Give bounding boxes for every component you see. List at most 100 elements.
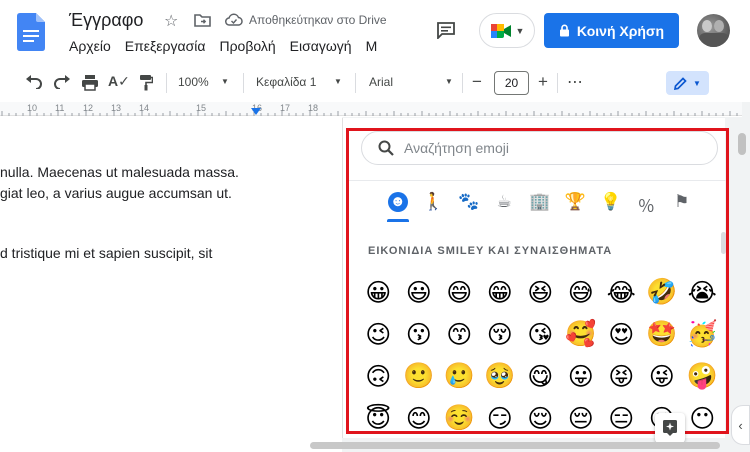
font-size-input[interactable]: 20 <box>494 71 529 95</box>
emoji-item[interactable]: 🥹 <box>480 359 521 393</box>
explore-button[interactable] <box>655 413 685 443</box>
emoji-item[interactable]: ☺️ <box>439 401 480 435</box>
emoji-item[interactable]: 😁 <box>480 275 521 309</box>
doc-text-line[interactable]: nulla. Maecenas ut malesuada massa. <box>0 164 239 180</box>
category-tab-smileys[interactable]: ☻ <box>380 192 416 222</box>
style-dropdown-icon[interactable]: ▼ <box>334 77 342 86</box>
emoji-item[interactable]: 🙂 <box>399 359 440 393</box>
emoji-item[interactable]: 🙃 <box>358 359 399 393</box>
food-icon: ☕ <box>496 192 512 211</box>
doc-text-line[interactable]: giat leo, a varius augue accumsan ut. <box>0 185 232 201</box>
doc-text-line[interactable]: d tristique mi et sapien suscipit, sit <box>0 245 212 261</box>
emoji-search-input[interactable] <box>404 140 684 156</box>
emoji-item[interactable]: 😅 <box>561 275 602 309</box>
vertical-scrollbar-thumb[interactable] <box>738 133 746 155</box>
ruler-label: 18 <box>308 103 319 113</box>
emoji-item[interactable]: 🤪 <box>682 359 723 393</box>
more-options-icon[interactable]: ⋯ <box>567 72 583 92</box>
category-tab-people[interactable]: 🚶 <box>416 192 452 222</box>
share-button[interactable]: Κοινή Χρήση <box>544 13 679 48</box>
emoji-item[interactable]: 😘 <box>520 317 561 351</box>
menu-view[interactable]: Προβολή <box>219 38 275 54</box>
font-dropdown-icon[interactable]: ▼ <box>445 77 453 86</box>
picker-divider <box>349 180 727 181</box>
star-icon[interactable]: ☆ <box>164 11 178 31</box>
paint-format-icon[interactable] <box>139 74 153 91</box>
toolbar-separator <box>243 73 244 93</box>
emoji-item[interactable]: 😇 <box>358 401 399 435</box>
move-folder-icon[interactable] <box>194 13 211 27</box>
paragraph-style-select[interactable]: Κεφαλίδα 1 <box>256 75 316 89</box>
lock-icon <box>559 24 569 37</box>
emoji-item[interactable]: 😗 <box>399 317 440 351</box>
category-tab-food[interactable]: ☕ <box>487 192 523 222</box>
zoom-dropdown-icon[interactable]: ▼ <box>221 77 229 86</box>
print-icon[interactable] <box>81 74 99 91</box>
emoji-item[interactable]: 😏 <box>480 401 521 435</box>
emoji-item[interactable]: 🤣 <box>642 275 683 309</box>
emoji-item[interactable]: 😶 <box>682 401 723 435</box>
emoji-item[interactable]: 🥰 <box>561 317 602 351</box>
menu-insert[interactable]: Εισαγωγή <box>290 38 352 54</box>
emoji-item[interactable]: 😍 <box>601 317 642 351</box>
increase-font-size-button[interactable]: + <box>538 72 548 92</box>
ruler-label: 11 <box>55 103 65 113</box>
category-tab-symbols[interactable]: ％ <box>629 192 665 222</box>
emoji-item[interactable]: 😄 <box>439 275 480 309</box>
undo-icon[interactable] <box>25 75 43 89</box>
emoji-item[interactable]: 😭 <box>682 275 723 309</box>
emoji-item[interactable]: 😂 <box>601 275 642 309</box>
emoji-item[interactable]: 😛 <box>561 359 602 393</box>
menu-format-truncated[interactable]: Μ <box>366 38 378 54</box>
emoji-item[interactable]: 😊 <box>399 401 440 435</box>
category-tab-objects[interactable]: 💡 <box>593 192 629 222</box>
ruler-label: 14 <box>139 103 150 113</box>
emoji-item[interactable]: 😀 <box>358 275 399 309</box>
emoji-item[interactable]: 🥲 <box>439 359 480 393</box>
document-page[interactable]: nulla. Maecenas ut malesuada massa. giat… <box>0 117 342 452</box>
emoji-item[interactable]: 😉 <box>358 317 399 351</box>
comments-icon[interactable] <box>436 21 456 39</box>
horizontal-ruler[interactable]: 10 11 12 13 14 15 16 17 18 <box>0 102 742 116</box>
cloud-saved-icon[interactable] <box>225 13 243 26</box>
emoji-item[interactable]: 😆 <box>520 275 561 309</box>
ruler-label: 12 <box>83 103 94 113</box>
zoom-select[interactable]: 100% <box>178 75 209 89</box>
category-tab-travel[interactable]: 🏢 <box>522 192 558 222</box>
emoji-item[interactable]: 😃 <box>399 275 440 309</box>
toolbar-separator <box>355 73 356 93</box>
emoji-item[interactable]: 😝 <box>601 359 642 393</box>
emoji-item[interactable]: 😚 <box>480 317 521 351</box>
docs-window: Έγγραφο ☆ Αποθηκεύτηκαν στο Drive Αρχείο… <box>0 0 750 452</box>
menu-file[interactable]: Αρχείο <box>69 38 111 54</box>
redo-icon[interactable] <box>53 75 71 89</box>
decrease-font-size-button[interactable]: − <box>472 72 482 92</box>
emoji-item[interactable]: 🤩 <box>642 317 683 351</box>
emoji-search-box[interactable] <box>361 131 718 165</box>
category-tab-animals[interactable]: 🐾 <box>451 192 487 222</box>
emoji-item[interactable]: 😋 <box>520 359 561 393</box>
font-select[interactable]: Arial <box>369 75 393 89</box>
meet-button[interactable]: ▼ <box>479 13 535 48</box>
category-tab-activities[interactable]: 🏆 <box>558 192 594 222</box>
emoji-item[interactable]: 😔 <box>561 401 602 435</box>
emoji-item[interactable]: 😜 <box>642 359 683 393</box>
chevron-down-icon: ▼ <box>515 25 525 36</box>
right-indent-marker-icon[interactable] <box>251 108 261 116</box>
side-panel-toggle[interactable]: ‹ <box>731 405 750 445</box>
ruler-label: 15 <box>196 103 207 113</box>
save-status[interactable]: Αποθηκεύτηκαν στο Drive <box>249 13 387 27</box>
horizontal-scrollbar[interactable] <box>310 442 720 449</box>
spellcheck-icon[interactable]: A✓ <box>108 73 130 90</box>
emoji-item[interactable]: 😙 <box>439 317 480 351</box>
emoji-item[interactable]: 🥳 <box>682 317 723 351</box>
picker-scrollbar[interactable] <box>721 232 726 254</box>
menu-edit[interactable]: Επεξεργασία <box>125 38 206 54</box>
category-tab-flags[interactable]: ⚑ <box>664 192 700 222</box>
emoji-item[interactable]: 😌 <box>520 401 561 435</box>
emoji-item[interactable]: 😑 <box>601 401 642 435</box>
google-docs-logo-icon[interactable] <box>17 13 45 51</box>
editing-mode-button[interactable]: ▼ <box>666 71 709 95</box>
document-title[interactable]: Έγγραφο <box>69 10 143 31</box>
avatar[interactable] <box>697 14 730 47</box>
